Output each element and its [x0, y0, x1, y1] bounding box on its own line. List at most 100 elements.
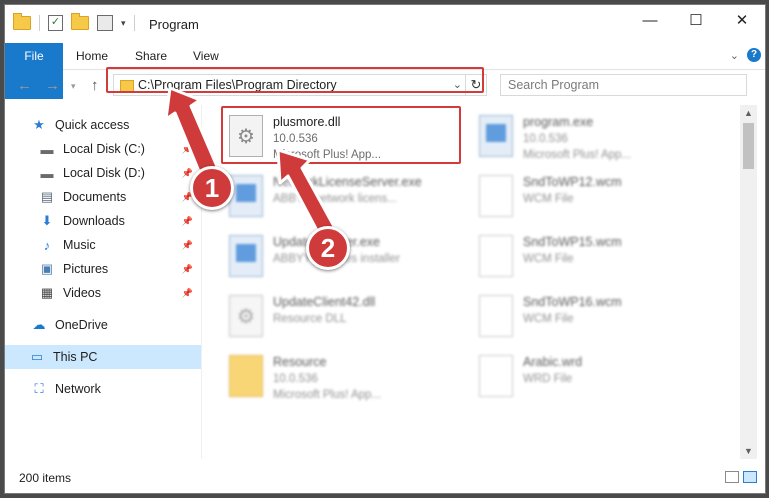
file-description: Microsoft Plus! App... — [523, 149, 632, 161]
file-detail: WCM File — [523, 193, 574, 205]
file-name: NetworkLicenseServer.exe — [273, 175, 422, 189]
file-detail: WRD File — [523, 373, 573, 385]
sidebar-item-quick-access[interactable]: ★ Quick access — [5, 113, 201, 137]
chevron-down-icon[interactable]: ⌄ — [730, 49, 739, 62]
file-detail: WCM File — [523, 313, 574, 325]
sidebar-item-videos[interactable]: ▦ Videos 📌 — [5, 281, 201, 305]
tab-share[interactable]: Share — [135, 43, 167, 69]
sidebar-item-this-pc[interactable]: ▭ This PC — [5, 345, 201, 369]
sidebar-item-music[interactable]: ♪ Music 📌 — [5, 233, 201, 257]
tab-home[interactable]: Home — [76, 43, 108, 69]
sidebar-item-label: Quick access — [55, 118, 130, 132]
properties-icon[interactable] — [97, 15, 113, 31]
details-view-icon[interactable] — [725, 471, 739, 483]
vertical-scrollbar[interactable]: ▲ ▼ — [740, 105, 757, 459]
status-bar: 200 items — [5, 463, 765, 493]
maximize-button[interactable]: ☐ — [673, 5, 719, 35]
file-item[interactable]: SndToWP12.wcm WCM File — [475, 169, 715, 225]
sidebar-item-label: Documents — [63, 190, 127, 204]
navigation-pane: ★ Quick access ▬ Local Disk (C:) 📌 ▬ Local Dis… — [5, 105, 201, 459]
step-badge-1: 1 — [190, 166, 234, 210]
help-icon[interactable]: ? — [747, 48, 761, 62]
blank-file-icon — [479, 175, 513, 217]
new-folder-icon[interactable] — [71, 13, 89, 30]
pane-divider[interactable] — [201, 105, 202, 459]
pin-icon[interactable]: 📌 — [182, 144, 193, 155]
sidebar-item-pictures[interactable]: ▣ Pictures 📌 — [5, 257, 201, 281]
file-item[interactable]: ⚙ UpdateClient42.dll Resource DLL — [225, 289, 465, 345]
scroll-up-icon[interactable]: ▲ — [740, 105, 757, 121]
sidebar-item-network[interactable]: ⛶ Network — [5, 377, 201, 401]
sidebar-item-local-disk-c[interactable]: ▬ Local Disk (C:) 📌 — [5, 137, 201, 161]
file-item[interactable]: SndToWP16.wcm WCM File — [475, 289, 715, 345]
file-name: SndToWP16.wcm — [523, 295, 622, 309]
pin-icon[interactable]: 📌 — [182, 168, 193, 179]
sidebar-item-label: Downloads — [63, 214, 125, 228]
sidebar-item-documents[interactable]: ▤ Documents 📌 — [5, 185, 201, 209]
search-placeholder: Search Program — [508, 78, 600, 92]
blank-file-icon — [479, 295, 513, 337]
file-item[interactable]: NetworkLicenseServer.exe ABBYY network li… — [225, 169, 465, 225]
star-icon: ★ — [33, 117, 45, 132]
folder-icon — [13, 13, 31, 30]
tiles-view-icon[interactable] — [743, 471, 757, 483]
scrollbar-thumb[interactable] — [743, 123, 754, 169]
folder-icon — [229, 355, 263, 397]
sidebar-item-onedrive[interactable]: ☁ OneDrive — [5, 313, 201, 337]
file-item[interactable]: program.exe 10.0.536 Microsoft Plus! App..… — [475, 109, 715, 165]
sidebar-item-downloads[interactable]: ⬇ Downloads 📌 — [5, 209, 201, 233]
file-item[interactable]: Arabic.wrd WRD File — [475, 349, 715, 405]
sidebar-item-label: OneDrive — [55, 318, 108, 332]
view-toggle — [725, 471, 757, 483]
title-bar: ✓ ▾ Program — ☐ ✕ — [5, 5, 765, 43]
file-name: UpdateClient42.dll — [273, 295, 376, 309]
file-detail: 10.0.536 — [273, 373, 318, 385]
dll-file-icon: ⚙ — [229, 295, 263, 337]
tab-view[interactable]: View — [193, 43, 219, 69]
forward-arrow-icon[interactable]: → — [45, 77, 60, 94]
back-arrow-icon[interactable]: ← — [17, 77, 32, 94]
search-input[interactable]: Search Program — [500, 74, 747, 96]
network-icon: ⛶ — [34, 381, 44, 396]
file-name: Arabic.wrd — [523, 355, 583, 369]
exe-file-icon — [229, 175, 263, 217]
sidebar-item-label: This PC — [53, 350, 98, 364]
file-detail: WCM File — [523, 253, 574, 265]
exe-file-icon — [229, 235, 263, 277]
pin-icon[interactable]: 📌 — [182, 288, 193, 299]
pin-icon[interactable]: 📌 — [182, 240, 193, 251]
ribbon-tabs: File Home Share View ⌄ ? — [5, 43, 765, 99]
sidebar-item-label: Network — [55, 382, 101, 396]
pin-icon[interactable]: 📌 — [182, 264, 193, 275]
file-description: Microsoft Plus! App... — [273, 389, 382, 401]
file-item[interactable]: SndToWP15.wcm WCM File — [475, 229, 715, 285]
toolbar-separator — [39, 15, 40, 31]
exe-file-icon — [479, 115, 513, 157]
toolbar-separator — [133, 15, 135, 31]
properties-check-icon[interactable]: ✓ — [48, 15, 63, 31]
drive-icon: ▬ — [40, 141, 54, 157]
file-name: Resource — [273, 355, 327, 369]
file-item[interactable]: Resource 10.0.536 Microsoft Plus! App... — [225, 349, 465, 405]
sidebar-item-label: Videos — [63, 286, 101, 300]
sidebar-item-local-disk-d[interactable]: ▬ Local Disk (D:) 📌 — [5, 161, 201, 185]
videos-icon: ▦ — [40, 285, 54, 300]
file-name: program.exe — [523, 115, 594, 129]
close-button[interactable]: ✕ — [719, 5, 765, 35]
sidebar-item-label: Music — [63, 238, 96, 252]
drive-icon: ▬ — [40, 165, 54, 181]
customize-toolbar-dropdown-icon[interactable]: ▾ — [121, 18, 126, 29]
file-name: SndToWP12.wcm — [523, 175, 622, 189]
pictures-icon: ▣ — [40, 261, 54, 276]
minimize-button[interactable]: — — [627, 5, 673, 35]
ribbon-right-controls: ⌄ ? — [730, 48, 761, 62]
blank-file-icon — [479, 235, 513, 277]
up-arrow-icon[interactable]: ↑ — [91, 77, 99, 94]
scroll-down-icon[interactable]: ▼ — [740, 443, 757, 459]
file-highlight-box — [221, 106, 461, 164]
pin-icon[interactable]: 📌 — [182, 216, 193, 227]
music-icon: ♪ — [43, 237, 51, 253]
window-controls: — ☐ ✕ — [627, 5, 765, 35]
recent-locations-icon[interactable]: ▾ — [71, 81, 76, 92]
sidebar-item-label: Local Disk (C:) — [63, 142, 145, 156]
